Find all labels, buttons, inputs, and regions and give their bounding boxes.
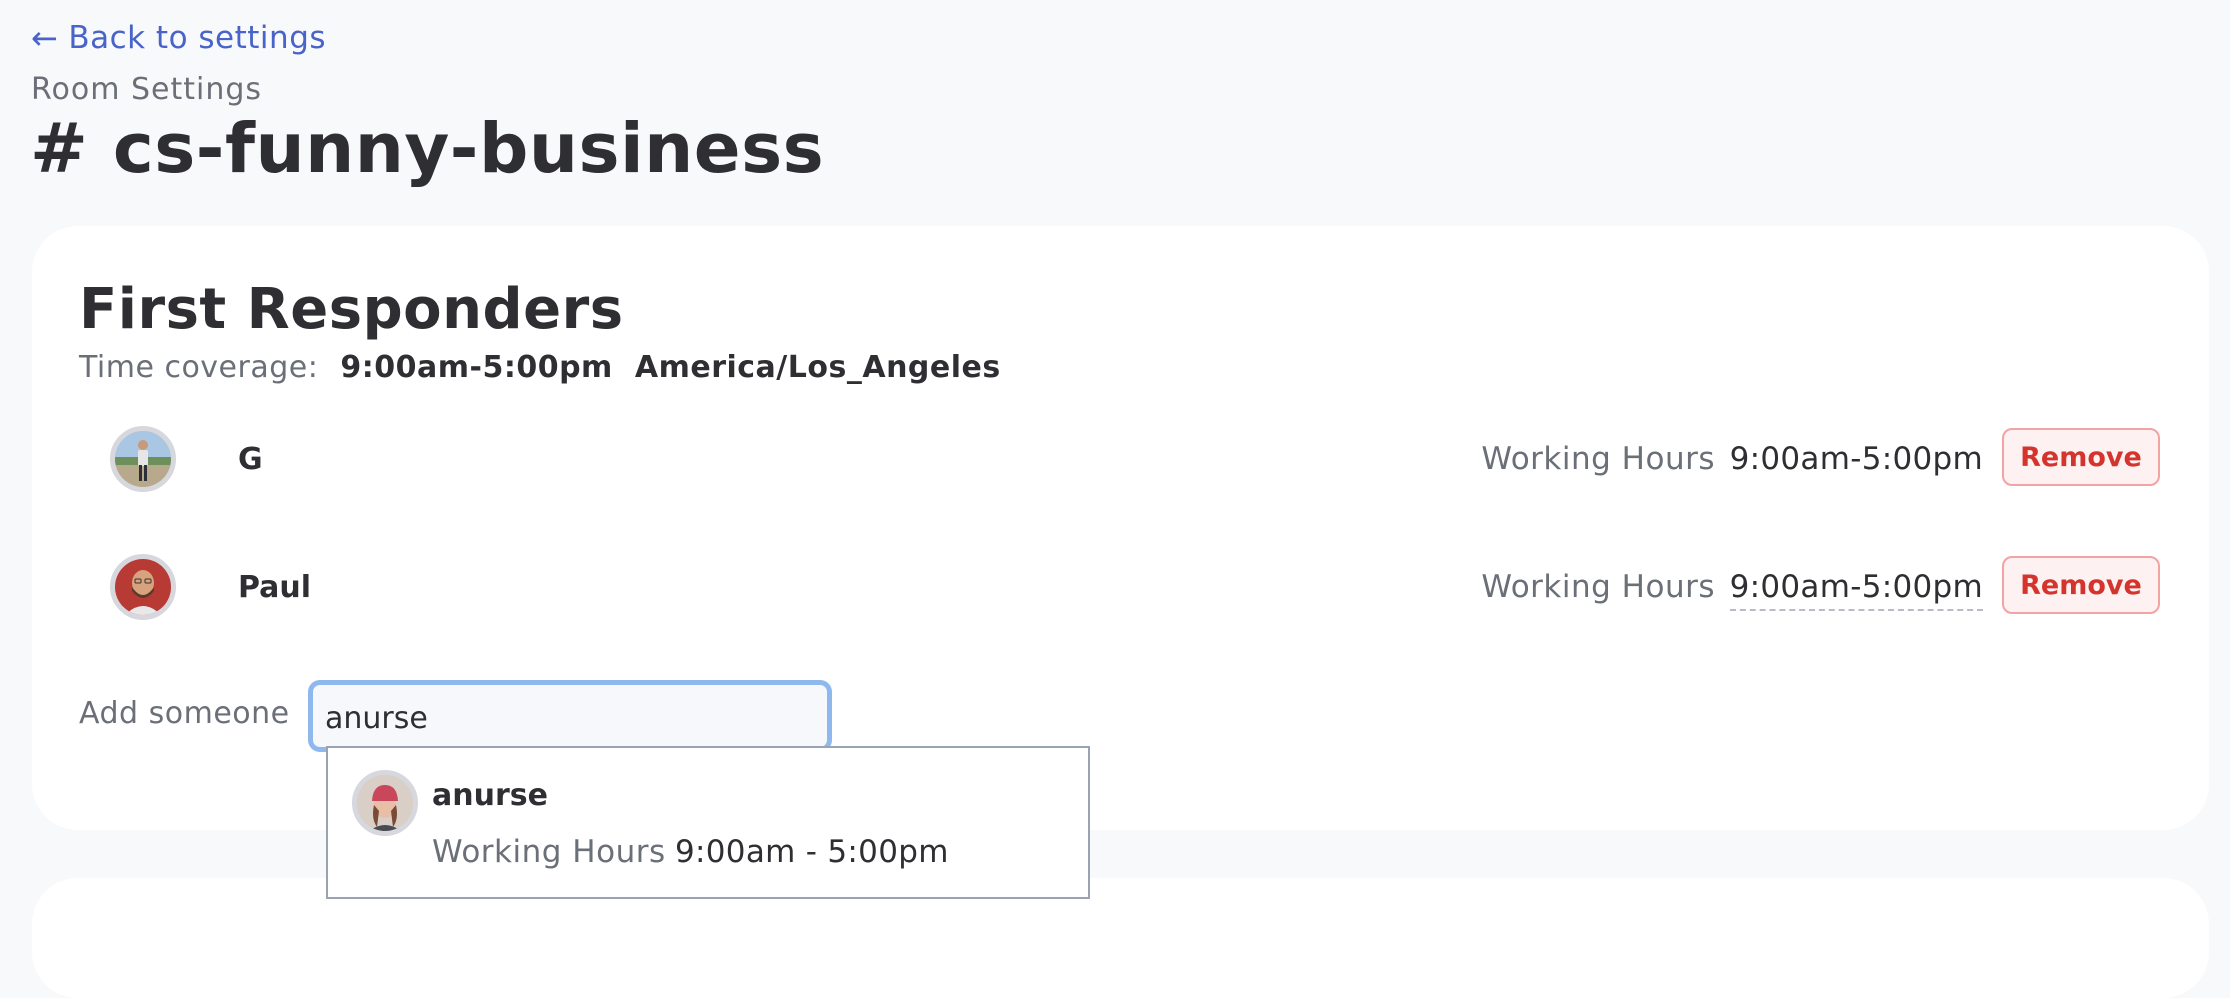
bearded-man-icon xyxy=(115,559,171,615)
coverage-timezone: America/Los_Angeles xyxy=(634,350,1001,385)
back-link-label: Back to settings xyxy=(68,20,327,56)
responder-name: Paul xyxy=(238,570,312,605)
back-to-settings-link[interactable]: ← Back to settings xyxy=(31,20,326,56)
avatar xyxy=(110,426,176,492)
working-hours-value[interactable]: 9:00am-5:00pm xyxy=(1729,569,1983,611)
first-responders-card: First Responders Time coverage: 9:00am-5… xyxy=(32,226,2209,830)
avatar xyxy=(110,554,176,620)
page-eyebrow: Room Settings xyxy=(31,72,263,107)
working-hours-label: Working Hours xyxy=(432,834,666,870)
coverage-hours: 9:00am-5:00pm xyxy=(340,350,613,385)
working-hours-label: Working Hours xyxy=(1481,441,1715,477)
responder-name: G xyxy=(238,442,263,477)
page-title: # cs-funny-business xyxy=(30,109,825,189)
woman-red-beanie-icon xyxy=(357,775,413,831)
responder-row: G Working Hours 9:00am-5:00pm Remove xyxy=(110,426,2160,492)
user-suggestion-dropdown[interactable]: anurse Working Hours 9:00am - 5:00pm xyxy=(326,746,1090,899)
avatar xyxy=(352,770,418,836)
person-standing-outdoors-icon xyxy=(115,431,171,487)
working-hours-label: Working Hours xyxy=(1481,569,1715,605)
responder-row: Paul Working Hours 9:00am-5:00pm Remove xyxy=(110,554,2160,620)
arrow-left-icon: ← xyxy=(31,19,59,57)
working-hours-value[interactable]: 9:00am-5:00pm xyxy=(1730,441,1983,477)
add-someone-input[interactable] xyxy=(308,680,832,752)
time-coverage: Time coverage: 9:00am-5:00pm America/Los… xyxy=(79,350,1001,385)
remove-responder-button[interactable]: Remove xyxy=(2002,556,2160,614)
remove-responder-button[interactable]: Remove xyxy=(2002,428,2160,486)
coverage-label: Time coverage: xyxy=(79,350,319,385)
suggestion-name: anurse xyxy=(432,778,548,813)
section-title: First Responders xyxy=(79,277,624,342)
working-hours-value: 9:00am - 5:00pm xyxy=(675,834,949,870)
add-someone-label: Add someone xyxy=(79,696,290,731)
